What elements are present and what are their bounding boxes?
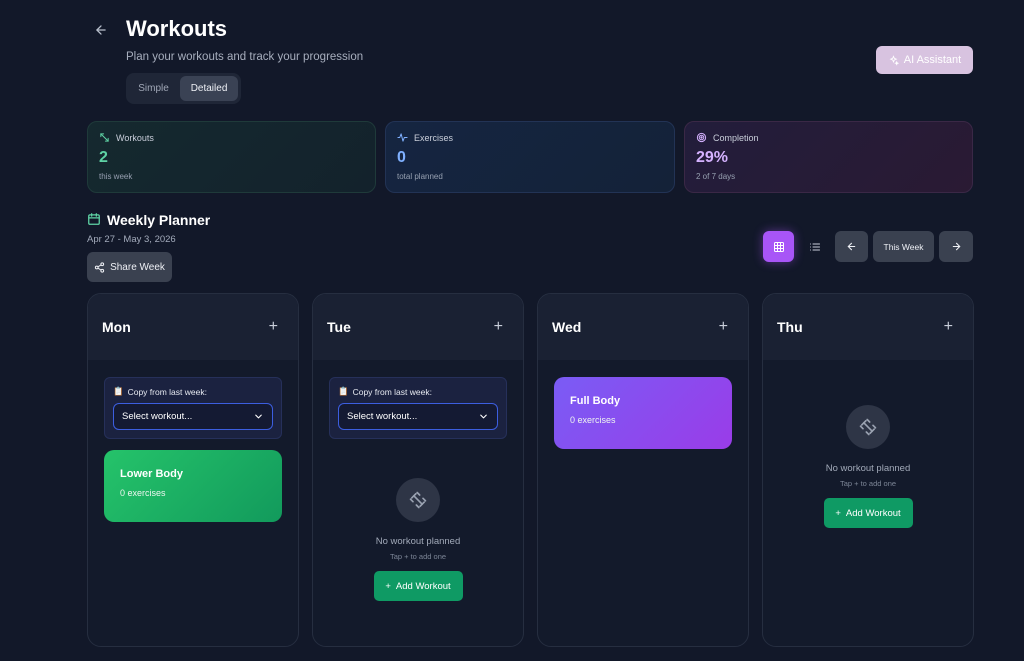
day-column-mon: Mon + 📋 Copy from last week: Select worko… (87, 293, 299, 647)
grid-icon (773, 241, 784, 252)
page-subtitle: Plan your workouts and track your progre… (126, 51, 364, 63)
day-name: Wed (552, 319, 582, 335)
copy-from-last-week: 📋 Copy from last week: Select workout... (104, 377, 282, 439)
next-week-button[interactable] (939, 231, 973, 262)
workout-card[interactable]: Full Body 0 exercises (554, 377, 732, 449)
empty-title: No workout planned (375, 536, 461, 547)
day-name: Mon (102, 319, 131, 335)
day-header: Thu + (763, 294, 973, 360)
share-week-button[interactable]: Share Week (87, 252, 172, 282)
stat-workouts-label: Workouts (116, 132, 154, 143)
arrow-left-icon (96, 25, 106, 35)
target-icon (696, 132, 707, 143)
stat-completion-sub: 2 of 7 days (696, 172, 736, 181)
list-view-button[interactable] (801, 231, 829, 262)
copy-from-last-week: 📋 Copy from last week: Select workout... (329, 377, 507, 439)
arrow-left-icon (847, 242, 856, 251)
planner-title: Weekly Planner (107, 212, 211, 228)
stat-completion-value: 29% (696, 149, 729, 166)
activity-icon (397, 133, 408, 142)
stat-card-workouts: Workouts 2 this week (87, 121, 376, 193)
stat-workouts-value: 2 (99, 149, 108, 166)
mode-simple-button[interactable]: Simple (129, 76, 178, 101)
calendar-icon (88, 213, 100, 225)
workout-exercise-count: 0 exercises (570, 415, 616, 425)
share-icon (94, 261, 105, 273)
mode-toggle: Simple Detailed (126, 73, 241, 104)
ai-assistant-label: AI Assistant (903, 54, 962, 66)
copy-label: Copy from last week: (127, 386, 207, 397)
empty-subtitle: Tap + to add one (839, 479, 897, 488)
dumbbell-icon (846, 405, 890, 449)
stat-exercises-sub: total planned (397, 172, 443, 181)
select-placeholder: Select workout... (122, 411, 193, 422)
back-button[interactable] (90, 19, 112, 41)
plus-icon: + (385, 580, 391, 592)
share-week-label: Share Week (110, 261, 165, 273)
chevron-down-icon (480, 414, 487, 419)
dumbbell-icon (396, 478, 440, 522)
clipboard-icon: 📋 (338, 386, 349, 396)
stat-completion-label: Completion (713, 132, 759, 143)
copy-label: Copy from last week: (352, 386, 432, 397)
ai-assistant-button[interactable]: AI Assistant (876, 46, 973, 74)
empty-subtitle: Tap + to add one (389, 552, 447, 561)
day-name: Thu (777, 319, 803, 335)
day-name: Tue (327, 319, 351, 335)
mode-detailed-button[interactable]: Detailed (180, 76, 238, 101)
add-workout-plus-button[interactable]: + (494, 319, 503, 335)
stat-workouts-sub: this week (99, 172, 133, 181)
add-workout-plus-button[interactable]: + (719, 319, 728, 335)
this-week-button[interactable]: This Week (873, 231, 934, 262)
day-header: Tue + (313, 294, 523, 360)
clipboard-icon: 📋 (113, 386, 124, 396)
empty-title: No workout planned (825, 463, 911, 474)
add-workout-button[interactable]: + Add Workout (823, 498, 913, 528)
add-workout-label: Add Workout (395, 580, 451, 592)
trending-icon (100, 133, 109, 142)
empty-state: No workout planned Tap + to add one + Ad… (763, 405, 973, 528)
select-placeholder: Select workout... (347, 411, 418, 422)
stat-card-exercises: Exercises 0 total planned (385, 121, 675, 193)
workout-card[interactable]: Lower Body 0 exercises (104, 450, 282, 522)
planner-date-range: Apr 27 - May 3, 2026 (87, 234, 176, 245)
add-workout-plus-button[interactable]: + (269, 319, 278, 335)
add-workout-plus-button[interactable]: + (944, 319, 953, 335)
select-workout-dropdown[interactable]: Select workout... (113, 403, 273, 430)
empty-state: No workout planned Tap + to add one + Ad… (313, 478, 523, 601)
plus-icon: + (835, 507, 841, 519)
day-column-wed: Wed + Full Body 0 exercises (537, 293, 749, 647)
workout-exercise-count: 0 exercises (120, 488, 166, 498)
day-header: Wed + (538, 294, 748, 360)
day-column-thu: Thu + No workout planned Tap + to add on… (762, 293, 974, 647)
stat-card-completion: Completion 29% 2 of 7 days (684, 121, 973, 193)
stat-exercises-label: Exercises (414, 132, 454, 143)
grid-view-button[interactable] (763, 231, 794, 262)
sparkles-icon (889, 54, 899, 66)
add-workout-button[interactable]: + Add Workout (373, 571, 463, 601)
arrow-right-icon (952, 242, 960, 251)
page-title: Workouts (126, 16, 228, 41)
stat-exercises-value: 0 (397, 149, 406, 166)
add-workout-label: Add Workout (845, 507, 901, 519)
workout-title: Lower Body (120, 468, 183, 480)
day-header: Mon + (88, 294, 298, 360)
select-workout-dropdown[interactable]: Select workout... (338, 403, 498, 430)
workout-title: Full Body (570, 395, 621, 407)
previous-week-button[interactable] (835, 231, 868, 262)
list-icon (809, 242, 821, 251)
chevron-down-icon (255, 414, 262, 419)
day-column-tue: Tue + 📋 Copy from last week: Select worko… (312, 293, 524, 647)
